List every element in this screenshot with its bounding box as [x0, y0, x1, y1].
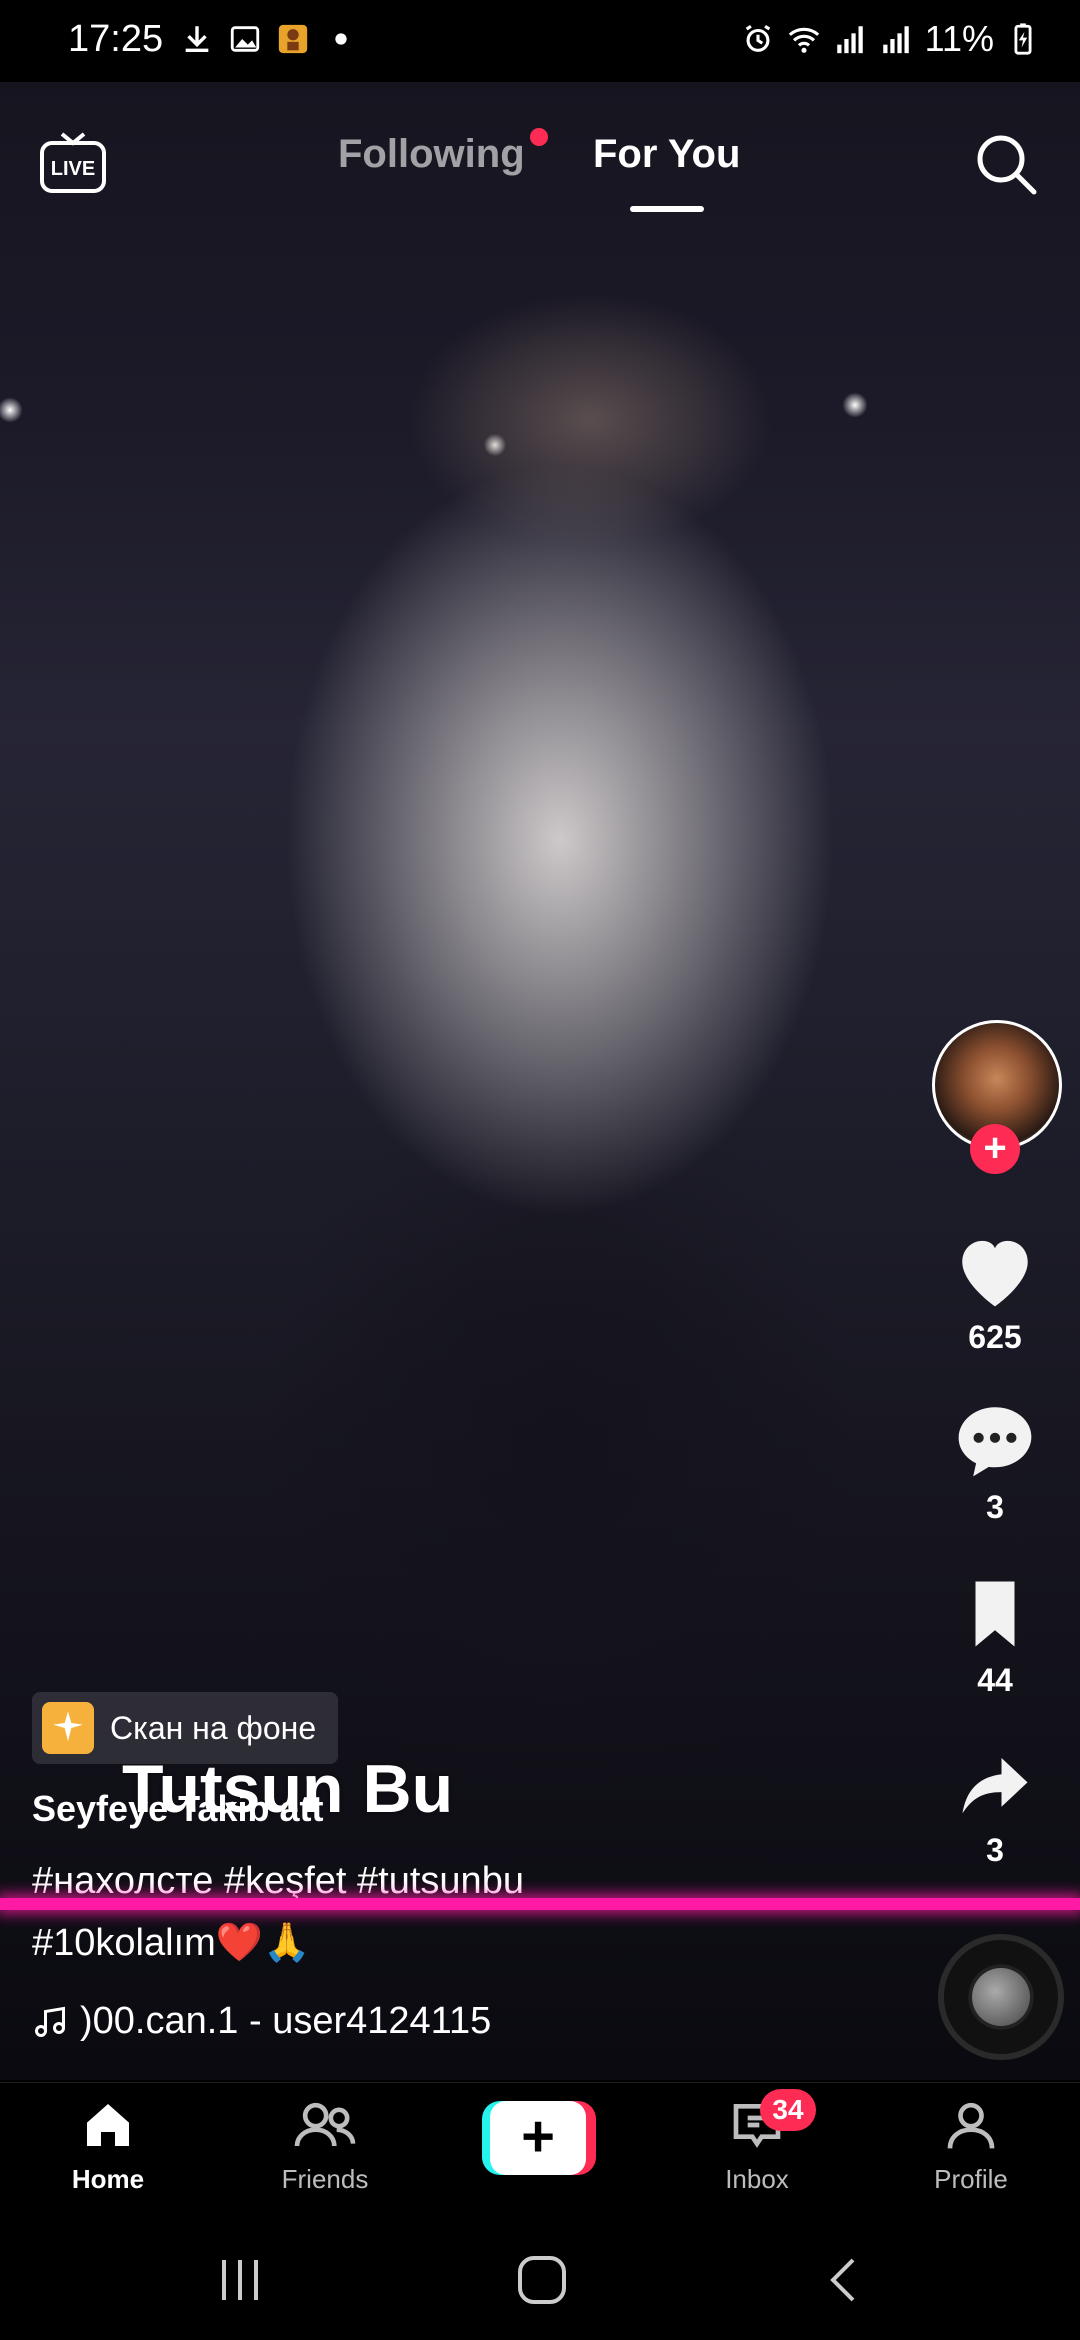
system-navigation-bar	[0, 2210, 1080, 2340]
music-note-icon	[35, 2006, 65, 2037]
hashtags-line-2[interactable]: #10kolalım❤️🙏	[32, 1912, 852, 1974]
post-caption: #нахолсте #keşfet #tutsunbu #10kolalım❤️…	[32, 1850, 852, 1974]
svg-text:LIVE: LIVE	[51, 158, 95, 180]
app-notification-icon	[278, 24, 308, 54]
music-info[interactable]: )00.can.1 - user4124115	[32, 2000, 512, 2043]
create-button[interactable]: +	[482, 2101, 596, 2175]
top-navigation: LIVE Following For You	[0, 110, 1080, 212]
nav-profile-label: Profile	[934, 2164, 1008, 2194]
video-progress-line	[0, 1898, 1080, 1910]
nav-friends-label: Friends	[281, 2164, 369, 2194]
active-tab-indicator	[630, 206, 704, 212]
signal-icon	[836, 26, 863, 54]
status-notification-icons	[180, 22, 358, 56]
music-title: )00.can.1 - user4124115	[80, 2000, 492, 2042]
nav-inbox[interactable]: 34 Inbox	[682, 2089, 832, 2195]
download-icon	[185, 26, 209, 53]
share-count: 3	[986, 1832, 1004, 1868]
inbox-badge: 34	[760, 2089, 816, 2131]
profile-icon	[947, 2102, 995, 2149]
nav-inbox-label: Inbox	[725, 2164, 789, 2194]
bottom-navigation: Home Friends + 34 Inbox Profile	[0, 2082, 1080, 2211]
nav-home-label: Home	[71, 2164, 145, 2194]
follow-button[interactable]: +	[970, 1124, 1020, 1174]
dot-icon	[335, 33, 347, 45]
music-disc[interactable]	[938, 1934, 1064, 2060]
home-icon	[87, 2104, 129, 2146]
back-icon[interactable]	[815, 2250, 875, 2310]
status-time: 17:25	[68, 18, 164, 60]
music-disc-cover	[972, 1968, 1030, 2026]
battery-percent: 11%	[924, 18, 994, 59]
recent-apps-icon[interactable]	[210, 2250, 270, 2310]
plus-icon: +	[490, 2101, 586, 2175]
wifi-icon	[788, 27, 819, 53]
like-action[interactable]: 625	[930, 1230, 1060, 1356]
signal-icon-2	[882, 26, 909, 54]
gallery-icon	[230, 26, 260, 52]
share-arrow-icon[interactable]	[950, 1745, 1040, 1823]
bookmark-action[interactable]: 44	[930, 1575, 1060, 1699]
tab-for-you[interactable]: For You	[593, 132, 740, 177]
nav-friends[interactable]: Friends	[250, 2097, 400, 2195]
bookmark-count: 44	[977, 1662, 1013, 1698]
nav-profile[interactable]: Profile	[896, 2097, 1046, 2195]
search-icon[interactable]	[972, 130, 1040, 198]
home-button-icon[interactable]	[512, 2250, 572, 2310]
effect-sparkle-icon	[42, 1702, 94, 1754]
share-action[interactable]: 3	[930, 1745, 1060, 1869]
effect-chip[interactable]: Скан на фоне	[32, 1692, 339, 1764]
comment-count: 3	[986, 1489, 1004, 1525]
live-tv-icon[interactable]: LIVE	[38, 128, 108, 198]
alarm-icon	[745, 24, 770, 52]
comment-icon[interactable]	[950, 1400, 1040, 1480]
like-count: 625	[968, 1319, 1022, 1355]
bookmark-icon[interactable]	[950, 1575, 1040, 1653]
heart-icon[interactable]	[950, 1230, 1040, 1310]
status-bar: 17:25 11%	[0, 0, 1080, 82]
effect-label: Скан на фоне	[110, 1709, 317, 1746]
battery-charging-icon	[1014, 23, 1032, 55]
status-system-icons: 11%	[741, 18, 1040, 60]
tab-following[interactable]: Following	[338, 132, 525, 177]
creator-username[interactable]: Seyfeye Takib att	[32, 1788, 323, 1830]
nav-home[interactable]: Home	[33, 2097, 183, 2195]
comment-action[interactable]: 3	[930, 1400, 1060, 1526]
friends-icon	[294, 2102, 356, 2147]
following-notification-dot	[530, 128, 548, 146]
